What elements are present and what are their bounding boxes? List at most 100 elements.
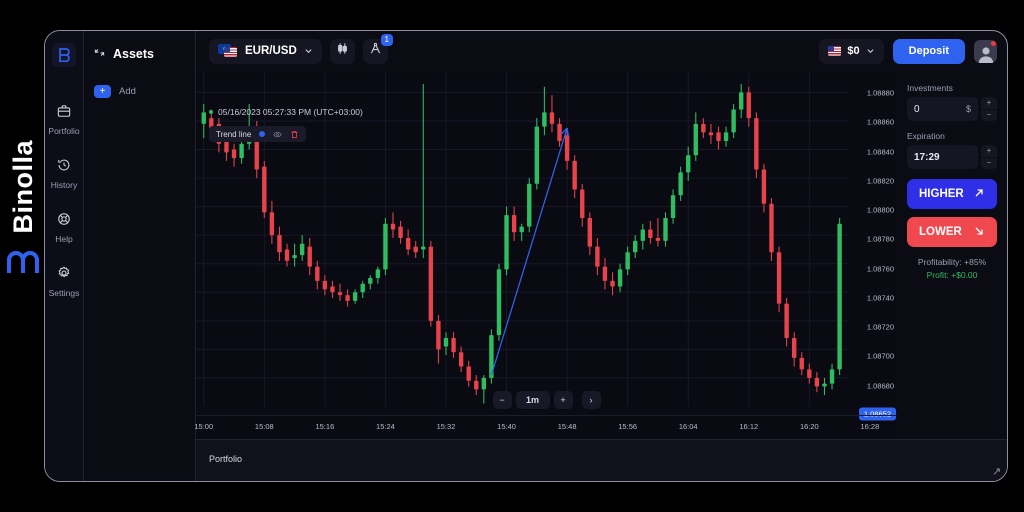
timeframe-value[interactable]: 1m: [515, 391, 550, 409]
arrow-down-right-icon: [973, 225, 985, 240]
chevron-down-icon: [304, 42, 313, 60]
price-tick: 1.08840: [866, 147, 894, 156]
profitability-text: Profitability: +85%: [917, 257, 987, 267]
bottom-bar: Portfolio: [196, 439, 1007, 481]
expiration-label: Expiration: [907, 131, 945, 141]
asset-pair-label: EUR/USD: [245, 45, 297, 57]
sidebar-item-settings[interactable]: Settings: [45, 255, 84, 309]
investments-increase-button[interactable]: +: [981, 97, 997, 109]
time-tick: 15:24: [376, 422, 395, 431]
trash-icon[interactable]: [290, 130, 299, 139]
left-rail: Portfolio History Help Settings: [45, 31, 84, 481]
assets-title: Assets: [113, 47, 154, 61]
sidebar-item-help[interactable]: Help: [45, 201, 84, 255]
top-bar: EUR/USD: [196, 31, 1007, 71]
top-bar-right: $0 Deposit: [819, 38, 997, 64]
deposit-button[interactable]: Deposit: [892, 38, 965, 64]
price-tick: 1.08860: [866, 117, 894, 127]
profit-text: Profit: +$0.00: [926, 270, 978, 280]
chart-area[interactable]: 05/16/2023 05:27:33 PM (UTC+03:00) Trend…: [194, 71, 897, 439]
assets-header: Assets: [94, 45, 185, 63]
chart-timestamp: 05/16/2023 05:27:33 PM (UTC+03:00): [218, 107, 363, 117]
candlestick-icon: [336, 42, 349, 60]
expiration-value: 17:29: [914, 151, 940, 163]
sidebar-item-history[interactable]: History: [45, 147, 84, 201]
price-tick: 1.08800: [866, 205, 894, 215]
live-indicator-icon: [209, 110, 213, 114]
expiration-stepper[interactable]: + −: [981, 145, 997, 169]
assets-spark-icon: [94, 45, 105, 63]
time-tick: 16:20: [799, 422, 819, 431]
time-tick: 16:28: [860, 422, 880, 431]
price-tick: 1.08700: [866, 351, 894, 361]
sidebar-item-label: Portfolio: [48, 126, 80, 136]
expiration-input[interactable]: 17:29: [907, 145, 978, 169]
investments-label: Investments: [907, 83, 953, 93]
balance-amount: $0: [847, 45, 860, 57]
trend-line-color-swatch[interactable]: [259, 131, 266, 137]
add-asset-label: Add: [119, 86, 136, 97]
time-tick: 15:08: [254, 422, 274, 431]
time-tick: 15:48: [557, 422, 577, 431]
chevron-right-icon[interactable]: ›: [581, 391, 601, 409]
time-tick: 16:12: [739, 422, 759, 431]
time-tick: 15:32: [436, 422, 456, 431]
trend-line-tool-label: Trend line: [216, 129, 252, 139]
chart-type-button[interactable]: [329, 38, 355, 64]
drawing-tools-badge: 1: [380, 33, 393, 46]
time-tick: 15:40: [497, 422, 516, 431]
expiration-decrease-button[interactable]: −: [981, 157, 997, 169]
time-tick: 15:00: [194, 422, 214, 431]
notification-dot: [991, 40, 996, 46]
clock-history-icon: [57, 158, 71, 177]
resize-grip-icon[interactable]: ↗: [992, 467, 1002, 478]
avatar[interactable]: [974, 39, 997, 63]
app-root: Binolla Portfolio History Help Settings …: [0, 0, 1024, 512]
flag-pair-icon: [218, 44, 238, 58]
timeframe-decrease-button[interactable]: −: [492, 391, 512, 409]
eye-icon[interactable]: [273, 130, 283, 139]
price-tick: 1.08720: [866, 322, 894, 332]
price-tick: 1.08780: [866, 234, 894, 244]
add-asset-button[interactable]: + Add: [94, 85, 185, 98]
higher-button[interactable]: HIGHER: [907, 179, 997, 209]
trend-line-tool-chip[interactable]: Trend line: [209, 126, 307, 142]
balance-selector[interactable]: $0: [819, 38, 884, 64]
expiration-increase-button[interactable]: +: [981, 145, 997, 157]
price-tick: 1.08880: [866, 88, 894, 98]
bottom-bar-portfolio-label[interactable]: Portfolio: [209, 454, 242, 464]
sidebar-item-label: Settings: [48, 288, 80, 298]
chart-timestamp-row: 05/16/2023 05:27:33 PM (UTC+03:00): [209, 107, 363, 117]
price-tick: 1.08820: [866, 176, 894, 186]
trade-panel: Investments 0 $ + − Expiration 17:29 + −…: [897, 71, 1007, 439]
investments-value: 0: [914, 103, 920, 115]
investments-decrease-button[interactable]: −: [981, 109, 997, 121]
brand-block: Binolla: [0, 140, 46, 370]
binolla-b-logo-icon[interactable]: [52, 43, 76, 67]
time-axis: 15:00 15:08 15:16 15:24 15:32 15:40 15:48 15:56…: [194, 415, 897, 439]
lower-label: LOWER: [919, 226, 962, 238]
lifebuoy-icon: [57, 212, 71, 231]
candlestick-plot[interactable]: [196, 71, 897, 430]
investments-stepper[interactable]: + −: [981, 97, 997, 121]
drawing-compass-icon: [369, 42, 382, 60]
price-tick: 1.08740: [866, 293, 894, 303]
investments-input[interactable]: 0 $: [907, 97, 978, 121]
binolla-m-logo-icon: [7, 250, 39, 273]
expiration-field-row: 17:29 + −: [907, 145, 997, 169]
sidebar-item-portfolio[interactable]: Portfolio: [45, 93, 84, 147]
sidebar-item-label: Help: [55, 234, 73, 244]
brand-name: Binolla: [7, 140, 38, 234]
price-tick: 1.08760: [866, 264, 894, 274]
timeframe-control: − 1m + ›: [492, 391, 601, 409]
price-axis: 1.08880 1.08860 1.08840 1.08820 1.08800 1.087…: [847, 71, 897, 439]
timeframe-increase-button[interactable]: +: [553, 391, 573, 409]
gear-icon: [57, 266, 71, 285]
arrow-up-right-icon: [973, 187, 985, 202]
drawing-tools-button[interactable]: 1: [362, 33, 393, 64]
lower-button[interactable]: LOWER: [907, 217, 997, 247]
briefcase-icon: [57, 104, 71, 123]
asset-pair-selector[interactable]: EUR/USD: [209, 38, 322, 64]
investments-currency: $: [965, 104, 971, 114]
app-window: Portfolio History Help Settings Assets +…: [44, 30, 1008, 482]
